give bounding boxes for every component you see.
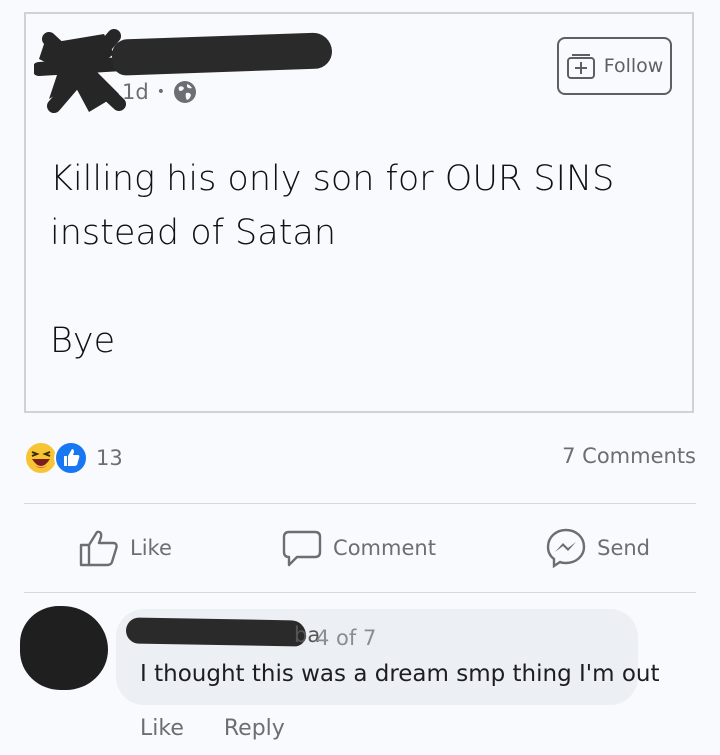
- post-text-line: Killing his only son for OUR SINS: [50, 159, 615, 199]
- comment-actions: Like Reply: [140, 716, 285, 741]
- send-button[interactable]: Send: [545, 527, 650, 569]
- reactions-summary[interactable]: 13: [24, 441, 123, 475]
- post-meta: 1d •: [122, 80, 197, 104]
- follow-icon: [566, 54, 595, 79]
- post-text-line: instead of Satan: [50, 213, 337, 253]
- haha-icon: [24, 441, 58, 475]
- meta-separator: •: [156, 84, 165, 100]
- like-button[interactable]: Like: [78, 528, 172, 568]
- post-text-line: Bye: [50, 321, 116, 361]
- comment-text: I thought this was a dream smp thing I'm…: [140, 661, 660, 687]
- comment-bubble: ba 4 of 7 I thought this was a dream smp…: [116, 609, 660, 705]
- follow-button[interactable]: Follow: [557, 37, 672, 95]
- follow-label: Follow: [603, 55, 664, 77]
- send-label: Send: [597, 536, 650, 560]
- post-body: Killing his only son for OUR SINS instea…: [50, 152, 670, 368]
- comment-label: Comment: [333, 536, 436, 560]
- like-reaction-icon: [54, 441, 88, 475]
- comment-icon: [282, 530, 322, 567]
- commenter-avatar[interactable]: [20, 606, 108, 690]
- comment-index: 4 of 7: [316, 626, 377, 650]
- commenter-name-redacted[interactable]: [125, 617, 307, 647]
- like-label: Like: [130, 536, 172, 560]
- post-action-bar: Like Comment Send: [24, 504, 696, 592]
- comment-button[interactable]: Comment: [281, 528, 436, 568]
- post-timestamp[interactable]: 1d: [122, 80, 149, 104]
- comments-count-link[interactable]: 7 Comments: [562, 444, 696, 468]
- messenger-icon: [546, 528, 586, 569]
- comment-like-link[interactable]: Like: [140, 716, 184, 741]
- globe-icon: [173, 81, 196, 103]
- post-card: e 1d • Follow Killing his only son for O…: [24, 12, 694, 413]
- author-avatar[interactable]: [34, 24, 126, 116]
- author-name-tail[interactable]: e: [312, 42, 328, 72]
- comment-reply-link[interactable]: Reply: [224, 716, 285, 741]
- divider: [24, 592, 696, 593]
- thumbs-up-icon: [79, 530, 118, 567]
- reaction-count: 13: [96, 446, 123, 470]
- author-name-redacted[interactable]: [111, 32, 333, 76]
